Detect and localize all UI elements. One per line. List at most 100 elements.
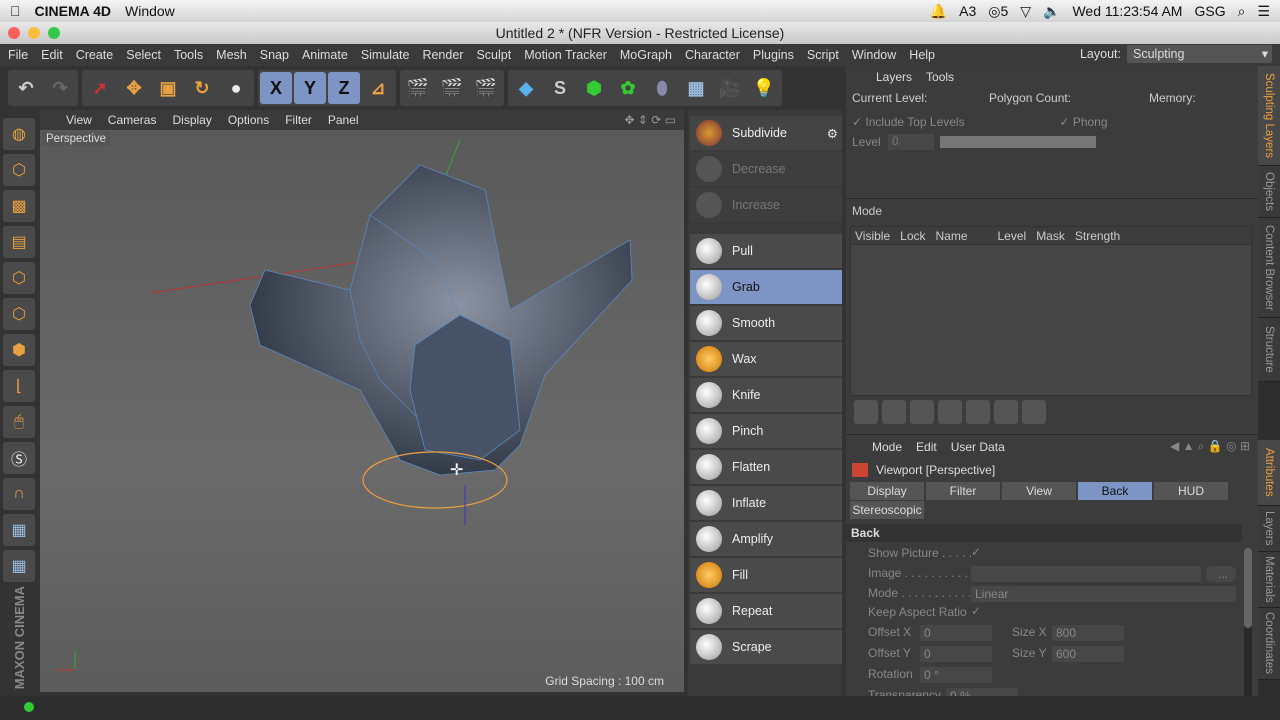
layout-select[interactable]: Sculpting ▾ xyxy=(1127,45,1272,63)
planar-workplane-icon[interactable]: ▦ xyxy=(3,550,35,582)
polygons-mode-icon[interactable]: ⬢ xyxy=(3,334,35,366)
tab-tools[interactable]: Tools xyxy=(926,70,954,84)
add-object-icon[interactable]: ● xyxy=(220,72,252,104)
cube-icon[interactable]: ◆ xyxy=(510,72,542,104)
make-editable-icon[interactable]: ◍ xyxy=(3,118,35,150)
snap-icon[interactable]: Ⓢ xyxy=(3,442,35,474)
render-settings-icon[interactable]: 🎬 xyxy=(470,72,502,104)
render-view-icon[interactable]: 🎬 xyxy=(402,72,434,104)
model-mode-icon[interactable]: ⬡ xyxy=(3,154,35,186)
attr-tab-filter[interactable]: Filter xyxy=(926,482,1000,500)
menu-create[interactable]: Create xyxy=(76,48,114,62)
brush-knife[interactable]: Knife xyxy=(690,378,842,412)
include-top-checkbox[interactable]: ✓ xyxy=(852,115,862,129)
select-tool-icon[interactable]: ➚ xyxy=(84,72,116,104)
decrease-button[interactable]: Decrease xyxy=(690,152,842,186)
floor-icon[interactable]: ▦ xyxy=(680,72,712,104)
col-name[interactable]: Name xyxy=(936,229,988,243)
attr-tab-stereoscopic[interactable]: Stereoscopic xyxy=(850,501,924,519)
viewport-menu-display[interactable]: Display xyxy=(172,113,211,127)
menu-edit[interactable]: Edit xyxy=(41,48,63,62)
volume-icon[interactable]: 🔈 xyxy=(1043,3,1060,20)
offset-x-field[interactable]: 0 xyxy=(920,625,992,641)
notification-icon[interactable]: 🔔 xyxy=(930,3,947,20)
sidetab-attributes[interactable]: Attributes xyxy=(1258,440,1280,506)
menu-mesh[interactable]: Mesh xyxy=(216,48,247,62)
menu-sculpt[interactable]: Sculpt xyxy=(476,48,511,62)
layers-mode-label[interactable]: Mode xyxy=(846,198,1258,222)
magnet-icon[interactable]: ∩ xyxy=(3,478,35,510)
level-field[interactable]: 0 xyxy=(888,134,934,150)
viewport-nav-icons[interactable]: ✥ ⇕ ⟳ ▭ xyxy=(624,113,676,127)
window-menu[interactable]: Window xyxy=(125,3,175,19)
mode-select[interactable]: Linear xyxy=(971,586,1236,602)
brush-smooth[interactable]: Smooth xyxy=(690,306,842,340)
viewport-menu-filter[interactable]: Filter xyxy=(285,113,312,127)
col-lock[interactable]: Lock xyxy=(900,229,925,243)
sidetab-structure[interactable]: Structure xyxy=(1258,318,1280,382)
col-mask[interactable]: Mask xyxy=(1036,229,1065,243)
image-field[interactable] xyxy=(971,566,1201,582)
attr-tab-view[interactable]: View xyxy=(1002,482,1076,500)
menu-mograph[interactable]: MoGraph xyxy=(620,48,672,62)
viewport-perspective[interactable]: Perspective ✛ Grid Spacing : 100 cm xyxy=(40,130,684,692)
cc-icon[interactable]: ◎5 xyxy=(988,3,1008,20)
sidetab-coordinates[interactable]: Coordinates xyxy=(1258,608,1280,680)
col-visible[interactable]: Visible xyxy=(855,229,890,243)
undo-icon[interactable]: ↶ xyxy=(10,72,42,104)
brush-grab[interactable]: Grab xyxy=(690,270,842,304)
level-slider[interactable] xyxy=(940,136,1096,148)
sidetab-materials[interactable]: Materials xyxy=(1258,552,1280,608)
rotate-tool-icon[interactable]: ↻ xyxy=(186,72,218,104)
menu-help[interactable]: Help xyxy=(909,48,935,62)
z-axis-button[interactable]: Z xyxy=(328,72,360,104)
menu-script[interactable]: Script xyxy=(807,48,839,62)
redo-icon[interactable]: ↷ xyxy=(44,72,76,104)
rotation-field[interactable]: 0 ° xyxy=(920,667,992,683)
close-icon[interactable] xyxy=(8,27,20,39)
menu-tools[interactable]: Tools xyxy=(174,48,203,62)
workplane-icon[interactable]: ▤ xyxy=(3,226,35,258)
minimize-icon[interactable] xyxy=(28,27,40,39)
phong-checkbox[interactable]: ✓ xyxy=(1059,115,1069,129)
spotlight-icon[interactable]: ⌕ xyxy=(1238,3,1246,20)
menu-select[interactable]: Select xyxy=(126,48,161,62)
col-strength[interactable]: Strength xyxy=(1075,229,1120,243)
texture-mode-icon[interactable]: ▩ xyxy=(3,190,35,222)
menu-plugins[interactable]: Plugins xyxy=(753,48,794,62)
subdivide-button[interactable]: Subdivide ⚙ xyxy=(690,116,842,150)
menu-file[interactable]: File xyxy=(8,48,28,62)
light-icon[interactable]: 💡 xyxy=(748,72,780,104)
col-level[interactable]: Level xyxy=(998,229,1027,243)
points-mode-icon[interactable]: ⬡ xyxy=(3,262,35,294)
tab-layers[interactable]: Layers xyxy=(876,70,912,84)
brush-wax[interactable]: Wax xyxy=(690,342,842,376)
brush-inflate[interactable]: Inflate xyxy=(690,486,842,520)
viewport-menu-options[interactable]: Options xyxy=(228,113,269,127)
menu-render[interactable]: Render xyxy=(422,48,463,62)
offset-y-field[interactable]: 0 xyxy=(920,646,992,662)
wifi-icon[interactable]: ▽ xyxy=(1020,3,1031,20)
sidetab-objects[interactable]: Objects xyxy=(1258,166,1280,218)
brush-scrape[interactable]: Scrape xyxy=(690,630,842,664)
menu-character[interactable]: Character xyxy=(685,48,740,62)
add-folder-icon[interactable] xyxy=(882,400,906,424)
attr-tab-back[interactable]: Back xyxy=(1078,482,1152,500)
axis-icon[interactable]: ⌊ xyxy=(3,370,35,402)
brush-pull[interactable]: Pull xyxy=(690,234,842,268)
y-axis-button[interactable]: Y xyxy=(294,72,326,104)
viewport-menu-view[interactable]: View xyxy=(66,113,92,127)
bake-icon[interactable] xyxy=(966,400,990,424)
array-icon[interactable]: ✿ xyxy=(612,72,644,104)
brush-repeat[interactable]: Repeat xyxy=(690,594,842,628)
edges-mode-icon[interactable]: ⬡ xyxy=(3,298,35,330)
keep-aspect-checkbox[interactable]: ✓ xyxy=(971,604,981,618)
size-y-field[interactable]: 600 xyxy=(1052,646,1124,662)
gear-icon[interactable]: ⚙ xyxy=(827,126,838,141)
sidetab-sculpting-layers[interactable]: Sculpting Layers xyxy=(1258,66,1280,166)
flip-icon[interactable] xyxy=(1022,400,1046,424)
merge-layer-icon[interactable] xyxy=(938,400,962,424)
menu-animate[interactable]: Animate xyxy=(302,48,348,62)
size-x-field[interactable]: 800 xyxy=(1052,625,1124,641)
menu-window[interactable]: Window xyxy=(852,48,896,62)
